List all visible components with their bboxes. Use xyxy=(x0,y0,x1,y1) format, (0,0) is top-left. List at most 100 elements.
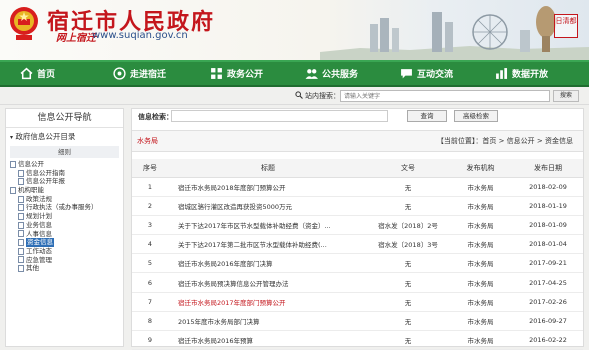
cell-date: 2017-04-25 xyxy=(513,272,583,293)
cell-org: 市水务局 xyxy=(448,292,513,312)
tree-item-business[interactable]: 业务信息 xyxy=(10,221,120,230)
nav-public-service-label: 公共服务 xyxy=(322,70,359,80)
tree-item-annual-report[interactable]: 信息公开年报 xyxy=(10,177,120,186)
nav-explore-label: 走进宿迁 xyxy=(130,70,167,80)
table-row[interactable]: 6 宿迁市水务局预决算信息公开管理办法无市水务局 2017-04-25 xyxy=(132,272,583,293)
cell-no: 4 xyxy=(132,234,168,255)
tree-item-funds[interactable]: 资金信息 xyxy=(10,238,120,247)
cell-doc-no: 无 xyxy=(368,177,448,197)
home-icon xyxy=(20,67,33,80)
breadcrumb: 【当前位置】：首页 > 信息公开 > 资金信息 xyxy=(436,137,573,145)
map-pin-icon xyxy=(113,67,126,80)
cell-date: 2016-09-27 xyxy=(513,311,583,332)
cell-title[interactable]: 关于下达2017年第二批市区节水型载体补助经费(... xyxy=(168,234,368,255)
cell-org: 市水务局 xyxy=(448,272,513,293)
column-header-no: 序号 xyxy=(132,159,168,178)
cell-doc-no: 无 xyxy=(368,196,448,216)
tree-item-emergency[interactable]: 应急管理 xyxy=(10,256,120,265)
cell-doc-no: 无 xyxy=(368,292,448,312)
sidebar: 信息公开导航 ▾ 政府信息公开目录 细则 信息公开 信息公开指南 信息公开年报 … xyxy=(5,108,124,347)
catalog-tree: 信息公开 信息公开指南 信息公开年报 机构职能 政策法规 行政执法（或办事服务）… xyxy=(10,160,120,273)
document-icon xyxy=(18,230,24,238)
site-header: 宿迁市人民政府 网上宿迁 www.suqian.gov.cn 日清都 xyxy=(0,0,589,60)
cell-title[interactable]: 宿迁市水务局2016年度部门决算 xyxy=(168,253,368,274)
document-icon xyxy=(18,204,24,212)
info-table: 序号 标题 文号 发布机构 发布日期 1 宿迁市水务局2018年度部门预算公开无市… xyxy=(132,159,583,350)
document-icon xyxy=(18,178,24,186)
breadcrumb-bar: 水务局 【当前位置】：首页 > 信息公开 > 资金信息 xyxy=(132,130,583,152)
document-icon xyxy=(18,212,24,220)
cell-date: 2018-01-04 xyxy=(513,234,583,255)
tree-item-label: 工作动态 xyxy=(26,246,52,255)
site-search-button[interactable]: 搜索 xyxy=(553,90,579,102)
table-row[interactable]: 5 宿迁市水务局2016年度部门决算无市水务局 2017-09-21 xyxy=(132,253,583,274)
column-header-org: 发布机构 xyxy=(448,159,513,178)
cell-org: 市水务局 xyxy=(448,234,513,255)
tree-item-institutions[interactable]: 机构职能 xyxy=(10,186,120,195)
document-icon xyxy=(18,247,24,255)
cell-no: 7 xyxy=(132,292,168,312)
cell-date: 2018-02-09 xyxy=(513,177,583,197)
search-icon xyxy=(295,91,303,99)
catalog-header[interactable]: ▾ 政府信息公开目录 xyxy=(10,130,119,143)
table-body: 1 宿迁市水务局2018年度部门预算公开无市水务局 2018-02-09 2 宿城区骆行… xyxy=(132,177,583,350)
city-skyline-banner xyxy=(320,6,589,60)
tree-item-other[interactable]: 其他 xyxy=(10,264,120,273)
nav-interaction[interactable]: 互动交流 xyxy=(400,62,453,85)
tree-item-work-news[interactable]: 工作动态 xyxy=(10,247,120,256)
tree-item-label: 人事信息 xyxy=(26,229,52,238)
nav-home-label: 首页 xyxy=(37,70,56,80)
tree-item-enforcement[interactable]: 行政执法（或办事服务） xyxy=(10,203,120,212)
document-icon xyxy=(10,160,16,168)
cell-date: 2017-09-21 xyxy=(513,253,583,274)
advanced-search-button[interactable]: 高级检索 xyxy=(454,110,498,122)
tree-item-label: 其他 xyxy=(26,264,39,273)
site-search-input[interactable] xyxy=(340,90,550,102)
cell-title[interactable]: 2015年度市水务局部门决算 xyxy=(168,311,368,332)
column-header-doc-no: 文号 xyxy=(368,159,448,178)
chat-icon xyxy=(401,69,412,79)
cell-title[interactable]: 宿迁市水务局2017年度部门预算公开 xyxy=(168,292,368,312)
cell-doc-no: 宿水发〔2018〕2号 xyxy=(368,215,448,236)
nav-public-service[interactable]: 公共服务 xyxy=(305,62,358,85)
nav-home[interactable]: 首页 xyxy=(20,62,55,85)
tree-item-personnel[interactable]: 人事信息 xyxy=(10,230,120,239)
document-icon xyxy=(18,169,24,177)
table-row[interactable]: 3 关于下达2017年市区节水型载体补助经费（资金）... 宿水发〔2018〕2号市… xyxy=(132,215,583,236)
nav-open-data[interactable]: 数据开放 xyxy=(495,62,548,85)
site-search-label: 站内搜索： xyxy=(305,92,340,100)
tree-item-planning[interactable]: 规划计划 xyxy=(10,212,120,221)
sidebar-title: 信息公开导航 xyxy=(6,109,123,128)
table-row[interactable]: 1 宿迁市水务局2018年度部门预算公开无市水务局 2018-02-09 xyxy=(132,177,583,197)
table-row[interactable]: 2 宿城区骆行灌区改造再获投资5000万元无市水务局 2018-01-19 xyxy=(132,196,583,216)
tree-item-label: 信息公开年报 xyxy=(26,177,65,186)
department-tag: 水务局 xyxy=(137,137,158,145)
cell-no: 6 xyxy=(132,272,168,293)
caret-down-icon: ▾ xyxy=(10,134,14,141)
cell-title[interactable]: 宿城区骆行灌区改造再获投资5000万元 xyxy=(168,196,368,216)
nav-gov-affairs[interactable]: 政务公开 xyxy=(210,62,263,85)
document-icon xyxy=(18,195,24,203)
keyword-input[interactable] xyxy=(171,110,388,122)
cell-no: 3 xyxy=(132,215,168,236)
main-nav: 首页 走进宿迁 政务公开 公共服务 互动交流 数据开放 xyxy=(0,60,589,87)
tree-item-label: 应急管理 xyxy=(26,255,52,264)
cell-no: 1 xyxy=(132,177,168,197)
table-row[interactable]: 8 2015年度市水务局部门决算无市水务局 2016-09-27 xyxy=(132,311,583,332)
document-icon xyxy=(10,186,16,194)
site-search-bar: 站内搜索： 搜索 xyxy=(0,87,589,105)
cell-title[interactable]: 宿迁市水务局预决算信息公开管理办法 xyxy=(168,272,368,293)
tree-item-label: 资金信息 xyxy=(26,238,54,247)
main-content: 信息检索： 查询 高级检索 水务局 【当前位置】：首页 > 信息公开 > 资金信… xyxy=(131,108,584,350)
cell-org: 市水务局 xyxy=(448,196,513,216)
nav-interaction-label: 互动交流 xyxy=(417,70,454,80)
cell-title[interactable]: 关于下达2017年市区节水型载体补助经费（资金）... xyxy=(168,215,368,236)
table-row[interactable]: 7 宿迁市水务局2017年度部门预算公开无市水务局 2017-02-26 xyxy=(132,292,583,312)
site-url: www.suqian.gov.cn xyxy=(92,30,188,41)
tree-item-label: 机构职能 xyxy=(18,186,44,195)
table-row[interactable]: 4 关于下达2017年第二批市区节水型载体补助经费(... 宿水发〔2018〕3号市… xyxy=(132,234,583,255)
query-button[interactable]: 查询 xyxy=(407,110,447,122)
tree-item-info-public[interactable]: 信息公开 xyxy=(10,160,120,169)
nav-explore-suqian[interactable]: 走进宿迁 xyxy=(113,62,166,85)
cell-title[interactable]: 宿迁市水务局2018年度部门预算公开 xyxy=(168,177,368,197)
